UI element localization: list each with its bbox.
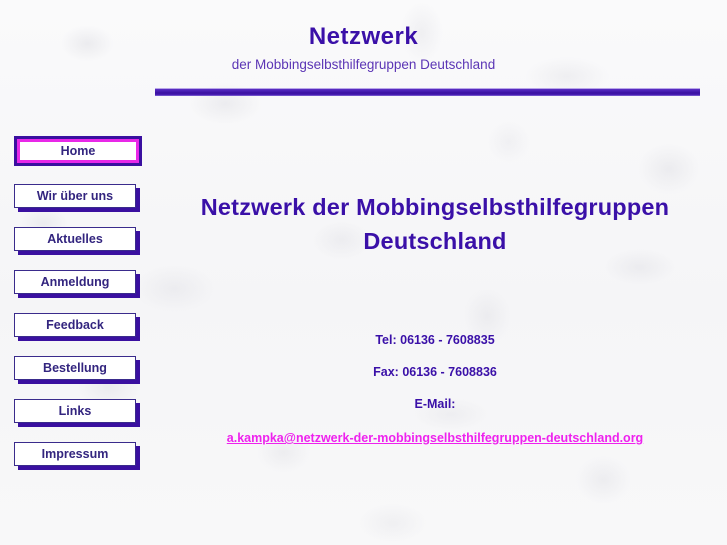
sidebar-nav: Home Wir über uns Aktuelles Anmeldung Fe… <box>14 138 154 485</box>
sidebar-item-label: Anmeldung <box>40 275 110 289</box>
site-title: Netzwerk <box>308 23 419 50</box>
site-subtitle: der Mobbingselbsthilfegruppen Deutschlan… <box>231 57 496 72</box>
sidebar-item-label: Feedback <box>46 318 104 332</box>
sidebar-item-impressum[interactable]: Impressum <box>14 442 136 466</box>
sidebar-item-home[interactable]: Home <box>17 139 139 163</box>
page-title-line-1: Netzwerk der Mobbingselbsthilfegruppen <box>200 194 670 220</box>
sidebar-item-aktuelles[interactable]: Aktuelles <box>14 227 136 251</box>
contact-email-label: E-Mail: <box>414 397 456 411</box>
contact-email-link[interactable]: a.kampka@netzwerk-der-mobbingselbsthilfe… <box>227 431 643 446</box>
contact-fax: Fax: 06136 - 7608836 <box>373 365 497 379</box>
sidebar-item-label: Aktuelles <box>47 232 103 246</box>
page-title-line-2: Deutschland <box>363 228 507 254</box>
main-content: Netzwerk der Mobbingselbsthilfegruppen D… <box>160 190 710 258</box>
contact-telephone: Tel: 06136 - 7608835 <box>375 333 495 347</box>
sidebar-item-feedback[interactable]: Feedback <box>14 313 136 337</box>
site-header: Netzwerk der Mobbingselbsthilfegruppen D… <box>0 0 727 73</box>
sidebar-item-bestellung[interactable]: Bestellung <box>14 356 136 380</box>
header-divider-rule <box>155 88 700 96</box>
sidebar-item-anmeldung[interactable]: Anmeldung <box>14 270 136 294</box>
sidebar-item-label: Bestellung <box>43 361 107 375</box>
page-root: Netzwerk der Mobbingselbsthilfegruppen D… <box>0 0 727 545</box>
page-title: Netzwerk der Mobbingselbsthilfegruppen D… <box>160 190 710 258</box>
sidebar-item-label: Home <box>60 144 96 158</box>
contact-block: Tel: 06136 - 7608835 Fax: 06136 - 760883… <box>160 333 710 447</box>
sidebar-item-links[interactable]: Links <box>14 399 136 423</box>
sidebar-item-wir-ueber-uns[interactable]: Wir über uns <box>14 184 136 208</box>
sidebar-item-label: Links <box>58 404 92 418</box>
sidebar-item-label: Impressum <box>41 447 109 461</box>
sidebar-item-label: Wir über uns <box>36 189 114 203</box>
